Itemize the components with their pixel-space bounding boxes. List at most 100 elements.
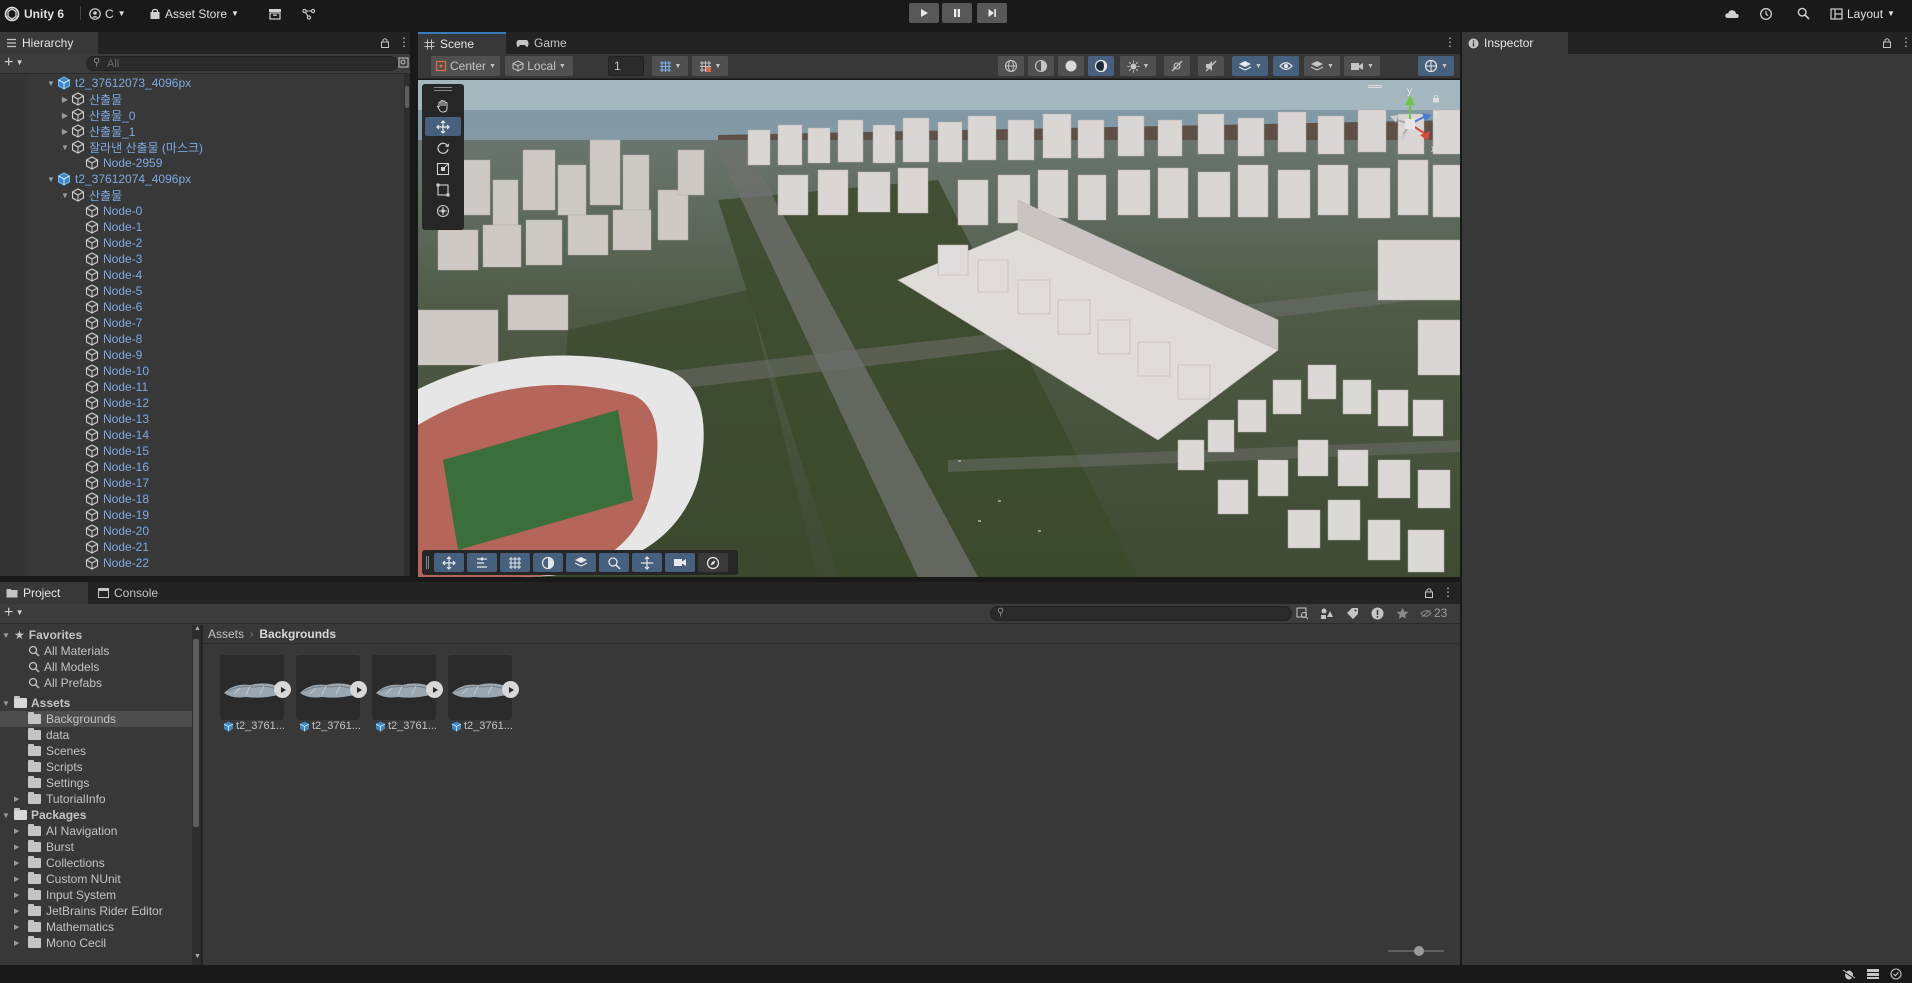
project-search-input[interactable]: ⚲ [990, 606, 1292, 621]
expand-closed-icon[interactable]: ▶ [60, 127, 70, 136]
hierarchy-item[interactable]: Node-1 [0, 219, 142, 235]
more-options-icon[interactable]: ⋮ [1442, 586, 1454, 598]
hierarchy-item[interactable]: Node-18 [0, 491, 149, 507]
audio-toggle[interactable] [1198, 56, 1224, 76]
expand-asset-play-icon[interactable] [502, 681, 519, 698]
unlit-button[interactable] [1088, 56, 1114, 76]
progress-done-icon[interactable] [1890, 968, 1902, 980]
lock-icon[interactable] [1882, 37, 1892, 48]
lighting-toggle[interactable] [1164, 56, 1190, 76]
project-tree-scrollbar[interactable]: ▲ ▼ [192, 625, 201, 965]
scene-viewport[interactable]: y z x [418, 80, 1460, 577]
hidden-packages-toggle[interactable]: 23 [1420, 606, 1447, 620]
hierarchy-item[interactable]: Node-11 [0, 379, 148, 395]
view-tool-button[interactable] [425, 96, 461, 115]
layers-dropdown[interactable]: ▼ [1304, 56, 1340, 76]
asset-store-dropdown[interactable]: Asset Store ▼ [149, 3, 239, 24]
tree-item[interactable]: ▶ TutorialInfo [0, 791, 192, 807]
asset-label[interactable]: t2_3761... [299, 720, 361, 732]
slider-thumb[interactable] [1414, 946, 1424, 956]
asset-label[interactable]: t2_3761... [223, 720, 285, 732]
asset-label[interactable]: t2_3761... [375, 720, 437, 732]
hierarchy-search-input[interactable]: ⚲ All [86, 56, 398, 71]
more-options-icon[interactable]: ⋮ [1900, 36, 1912, 48]
breadcrumb-assets[interactable]: Assets [208, 627, 244, 641]
tree-item[interactable]: All Prefabs [0, 675, 192, 691]
gizmos-dropdown[interactable]: ▼ [1418, 56, 1454, 76]
expand-closed-icon[interactable]: ▶ [14, 795, 28, 803]
step-button[interactable] [977, 3, 1007, 23]
expand-open-icon[interactable]: ▼ [46, 79, 56, 88]
grid-toggle-button[interactable] [500, 553, 530, 572]
search-by-scene-icon[interactable] [1296, 607, 1309, 620]
navigation-compass-button[interactable] [698, 553, 728, 572]
shaded-wireframe-button[interactable] [1028, 56, 1054, 76]
shaded-button[interactable] [1058, 56, 1084, 76]
create-asset-button[interactable]: + ▼ [4, 605, 23, 621]
expand-closed-icon[interactable]: ▶ [14, 923, 28, 931]
camera-preview-button[interactable] [665, 553, 695, 572]
scrollbar-thumb[interactable] [405, 86, 409, 108]
layout-dropdown[interactable]: Layout ▼ [1830, 3, 1895, 24]
expand-closed-icon[interactable]: ▶ [14, 907, 28, 915]
hierarchy-item[interactable]: Node-2 [0, 235, 142, 251]
expand-open-icon[interactable]: ▼ [46, 175, 56, 184]
search-by-label-icon[interactable] [1346, 607, 1359, 620]
rect-tool-button[interactable] [425, 180, 461, 199]
expand-asset-play-icon[interactable] [350, 681, 367, 698]
rotate-tool-button[interactable] [425, 138, 461, 157]
tree-item[interactable]: ▶ AI Navigation [0, 823, 192, 839]
scroll-down-icon[interactable]: ▼ [194, 953, 201, 960]
camera-dropdown[interactable]: ▼ [1344, 56, 1380, 76]
snap-increment-dropdown[interactable]: ▼ [692, 56, 728, 76]
package-manager-button[interactable] [268, 3, 282, 24]
tree-item[interactable]: All Models [0, 659, 192, 675]
tree-section-favorites[interactable]: ▼ ★ Favorites [0, 627, 82, 643]
zoom-tool-button[interactable] [599, 553, 629, 572]
expand-closed-icon[interactable]: ▶ [14, 875, 28, 883]
favorite-star-icon[interactable] [1396, 607, 1409, 620]
hierarchy-item[interactable]: Node-15 [0, 443, 149, 459]
move-tool-button[interactable] [434, 553, 464, 572]
overlay-drag-handle[interactable] [426, 556, 429, 569]
asset-label[interactable]: t2_3761... [451, 720, 513, 732]
hierarchy-item[interactable]: Node-19 [0, 507, 149, 523]
hierarchy-item[interactable]: Node-0 [0, 203, 142, 219]
expand-closed-icon[interactable]: ▶ [14, 891, 28, 899]
splitter[interactable] [201, 625, 203, 965]
tree-item[interactable]: Scenes [0, 743, 192, 759]
icon-size-slider[interactable] [1388, 946, 1444, 956]
hierarchy-item[interactable]: ▶ 산출물_1 [0, 123, 135, 139]
grid-snap-input[interactable]: 1 [608, 56, 644, 76]
tree-item[interactable]: Backgrounds [0, 711, 192, 727]
hierarchy-item[interactable]: Node-3 [0, 251, 142, 267]
pan-tool-button[interactable] [632, 553, 662, 572]
expand-open-icon[interactable]: ▼ [2, 811, 14, 820]
tab-project[interactable]: Project [0, 582, 88, 604]
tree-item[interactable]: data [0, 727, 192, 743]
search-by-type-icon[interactable] [1320, 607, 1334, 620]
hierarchy-item[interactable]: Node-13 [0, 411, 149, 427]
expand-closed-icon[interactable]: ▶ [14, 939, 28, 947]
log-types-icon[interactable] [1371, 607, 1384, 620]
pivot-mode-dropdown[interactable]: Center ▼ [431, 56, 500, 76]
scene-visibility-icon[interactable] [398, 57, 409, 68]
scene-visibility-button[interactable] [1273, 56, 1299, 76]
hierarchy-item[interactable]: Node-4 [0, 267, 142, 283]
create-button[interactable]: + ▼ [4, 55, 23, 71]
align-tool-button[interactable] [467, 553, 497, 572]
search-button[interactable] [1797, 3, 1810, 24]
effects-dropdown[interactable]: ▼ [1232, 56, 1268, 76]
gizmo-lock-icon[interactable] [1432, 94, 1440, 103]
hierarchy-item[interactable]: Node-10 [0, 363, 149, 379]
hierarchy-item[interactable]: Node-20 [0, 523, 149, 539]
tree-item[interactable]: Settings [0, 775, 192, 791]
hierarchy-item[interactable]: Node-22 [0, 555, 149, 571]
debug-draw-dropdown[interactable]: ▼ [1120, 56, 1156, 76]
expand-closed-icon[interactable]: ▶ [60, 111, 70, 120]
expand-open-icon[interactable]: ▼ [2, 699, 14, 708]
expand-closed-icon[interactable]: ▶ [14, 859, 28, 867]
draw-mode-button[interactable] [998, 56, 1024, 76]
tree-item[interactable]: ▶ Mathematics [0, 919, 192, 935]
hierarchy-item[interactable]: Node-14 [0, 427, 149, 443]
